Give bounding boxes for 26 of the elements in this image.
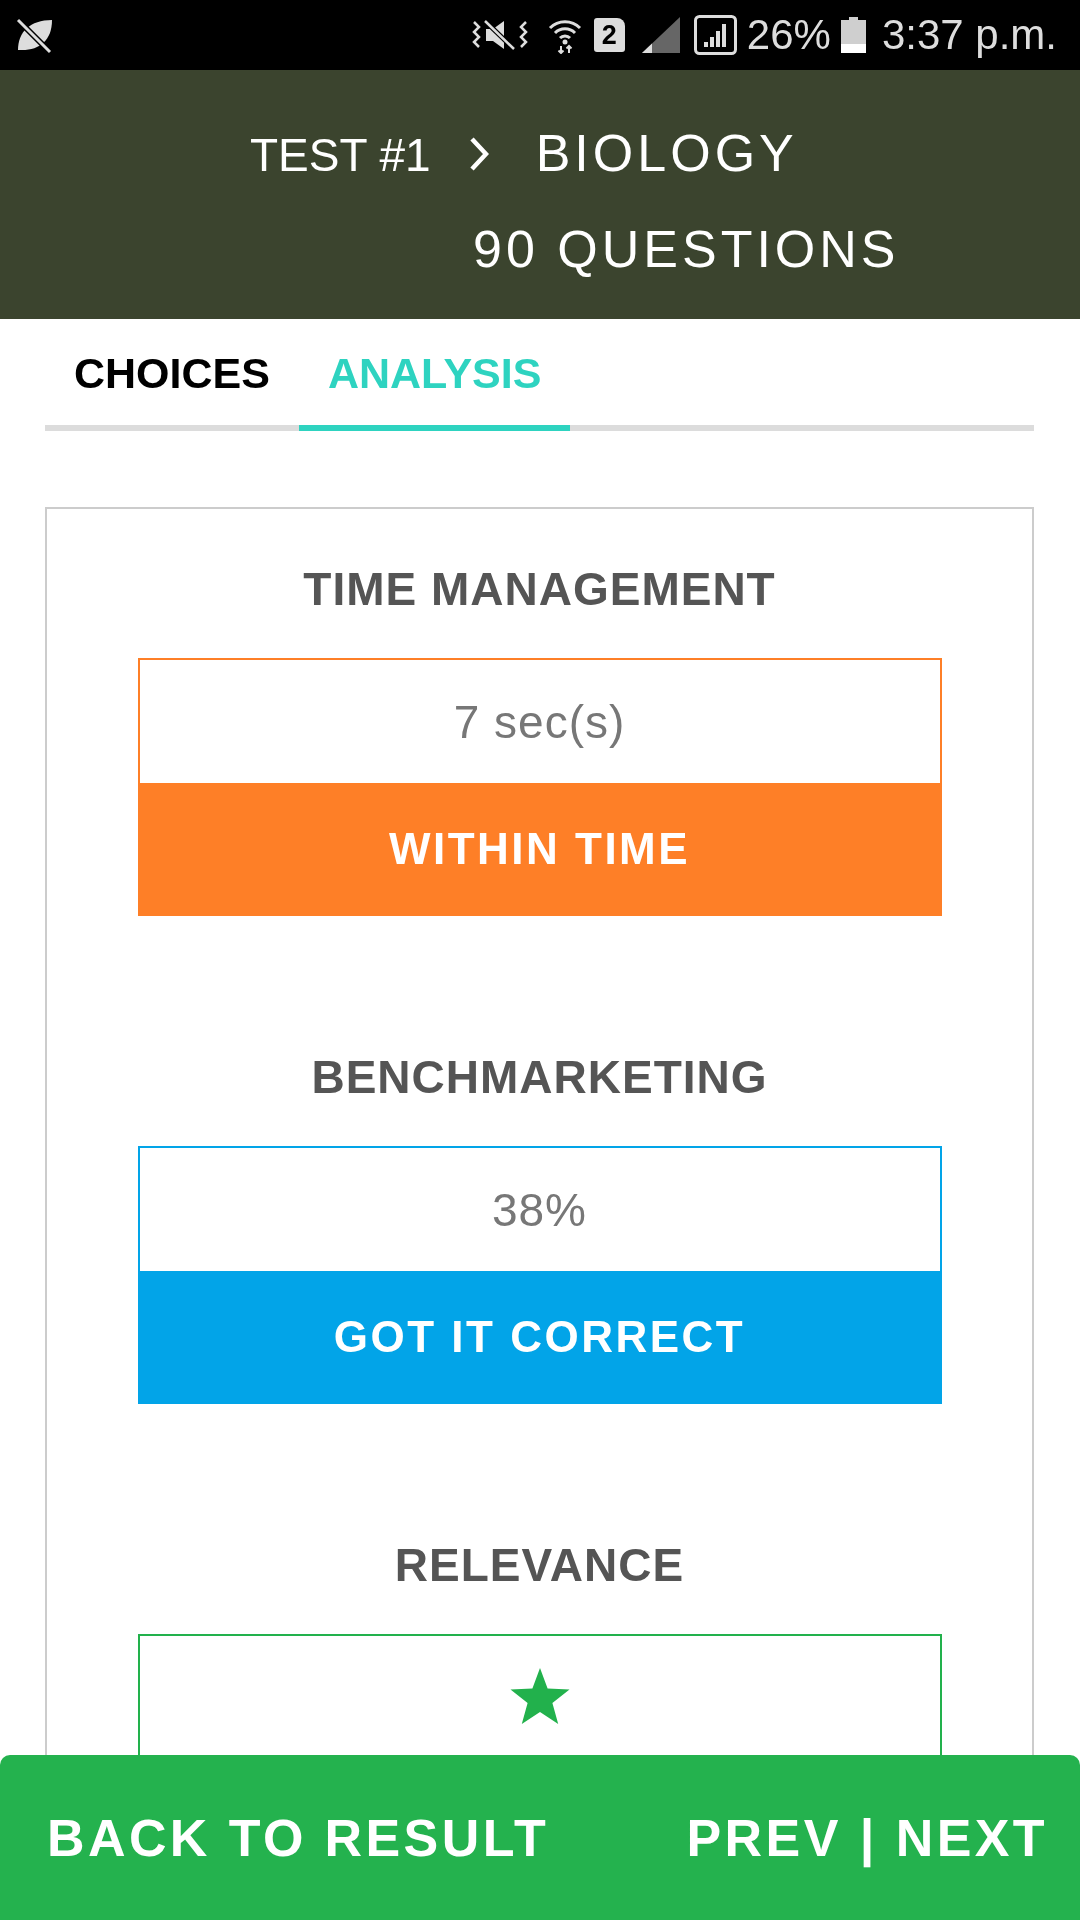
subject-title: BIOLOGY <box>535 123 798 183</box>
next-button[interactable]: NEXT <box>895 1807 1048 1868</box>
back-to-result-button[interactable]: BACK TO RESULT <box>47 1807 550 1868</box>
chevron-right-icon <box>468 136 489 172</box>
mute-vibrate-icon <box>471 18 528 52</box>
signal-icon <box>641 17 680 53</box>
section-title: TIME MANAGEMENT <box>303 562 776 616</box>
crossed-leaf-icon <box>14 16 54 54</box>
tab[interactable]: ANALYSIS <box>298 349 571 431</box>
question-count: 90 QUESTIONS <box>473 219 900 279</box>
test-label: TEST #1 <box>250 128 431 183</box>
tab[interactable]: CHOICES <box>45 349 299 431</box>
battery-percent: 26% <box>746 11 831 59</box>
clock-time: 3:37 p.m. <box>881 11 1057 59</box>
prev-button[interactable]: PREV <box>686 1807 842 1868</box>
sim-badge: 2 <box>593 18 625 52</box>
battery-icon <box>840 17 866 53</box>
section-value: 7 sec(s) <box>453 694 626 749</box>
star-icon <box>508 1666 571 1725</box>
verdict-band: WITHIN TIME <box>139 783 940 914</box>
section-value: 38% <box>491 1182 588 1237</box>
section-title: RELEVANCE <box>394 1538 685 1592</box>
signal-bars-icon <box>693 15 737 55</box>
nav-separator: | <box>859 1807 878 1868</box>
verdict-band: GOT IT CORRECT <box>139 1271 940 1402</box>
section-title: BENCHMARKETING <box>311 1050 768 1104</box>
